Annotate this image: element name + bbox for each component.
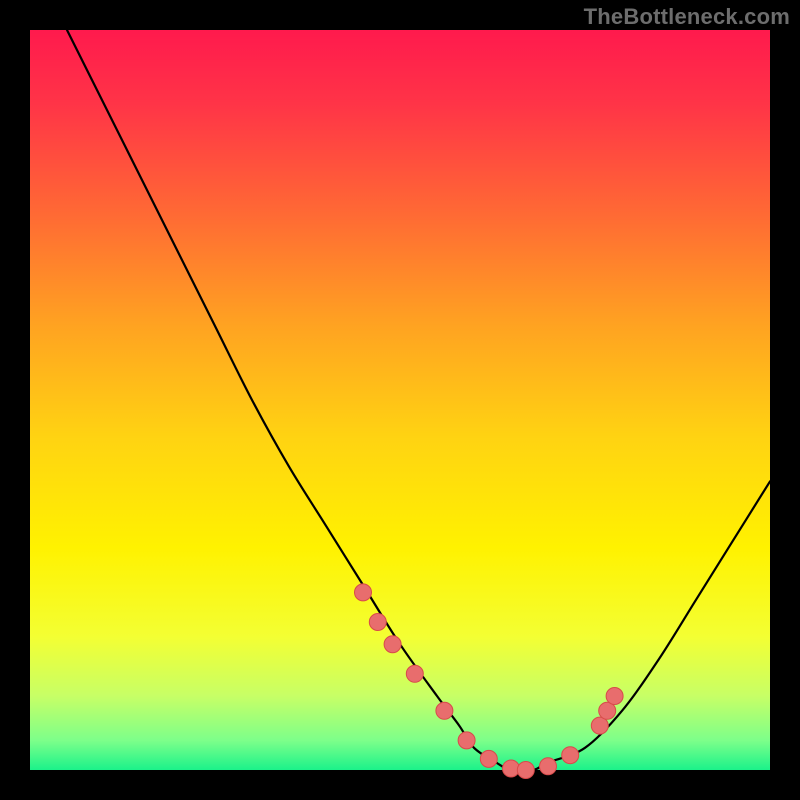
- marker-dot: [562, 747, 579, 764]
- marker-dot: [517, 762, 534, 779]
- marker-dot: [436, 702, 453, 719]
- marker-dot: [480, 750, 497, 767]
- bottleneck-chart: [0, 0, 800, 800]
- marker-dot: [384, 636, 401, 653]
- marker-dot: [540, 758, 557, 775]
- watermark-text: TheBottleneck.com: [584, 4, 790, 30]
- marker-dot: [355, 584, 372, 601]
- marker-dot: [458, 732, 475, 749]
- chart-stage: TheBottleneck.com: [0, 0, 800, 800]
- marker-dot: [406, 665, 423, 682]
- marker-dot: [606, 688, 623, 705]
- marker-dot: [369, 614, 386, 631]
